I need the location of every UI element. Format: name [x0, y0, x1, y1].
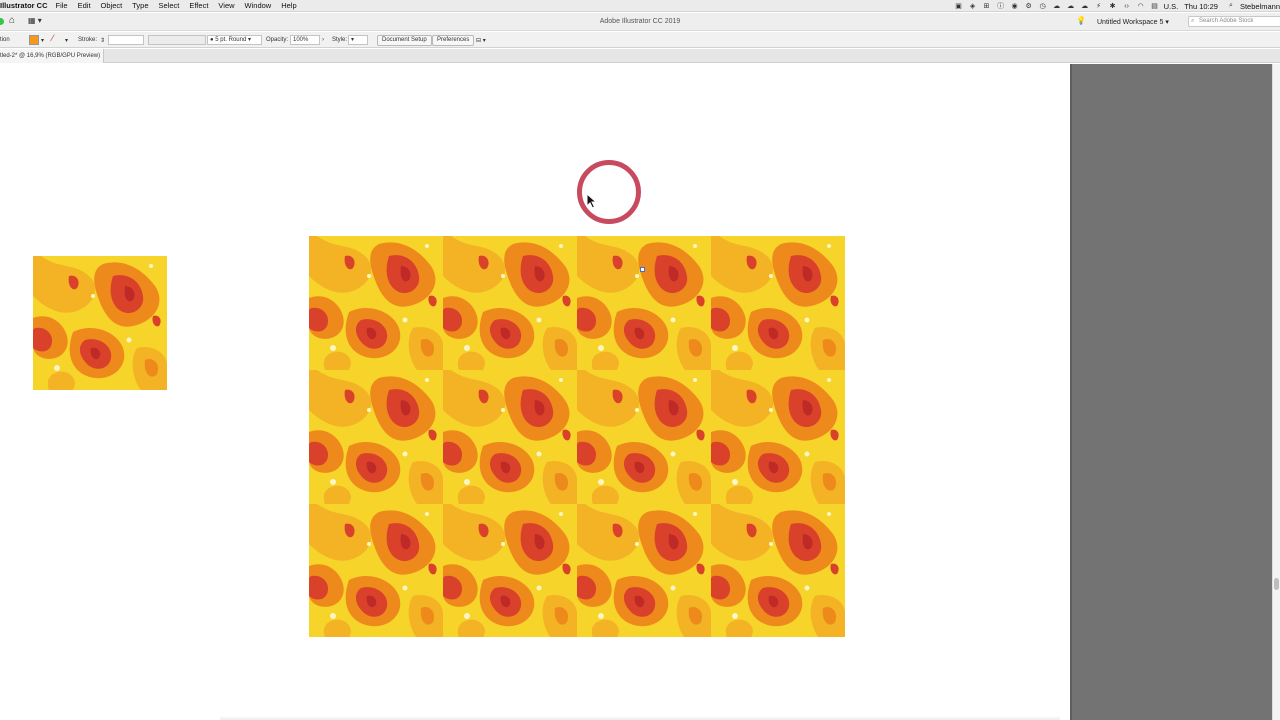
pattern-tile[interactable]	[33, 256, 167, 390]
creative-cloud-icon[interactable]: ☁	[1080, 2, 1090, 10]
menu-bar: Illustrator CC File Edit Object Type Sel…	[0, 0, 1280, 12]
fill-swatch[interactable]	[29, 35, 39, 45]
variable-width-profile[interactable]	[148, 35, 206, 45]
menu-file[interactable]: File	[56, 1, 68, 10]
menu-select[interactable]: Select	[159, 1, 180, 10]
flag-icon[interactable]: ▤	[1150, 2, 1160, 10]
stock-search-placeholder: Search Adobe Stock	[1199, 18, 1254, 24]
opacity-field[interactable]: 100%	[290, 35, 320, 45]
workspace-name: Untitled Workspace 5	[1097, 19, 1164, 26]
selection-label: tion	[0, 37, 10, 43]
grid-icon[interactable]: ⊞	[982, 2, 992, 10]
preferences-button[interactable]: Preferences	[432, 35, 475, 46]
spotlight-search-icon[interactable]: ⌕	[1226, 2, 1236, 10]
menu-help[interactable]: Help	[281, 1, 296, 10]
workspace-switcher[interactable]: Untitled Workspace 5 ▾	[1097, 18, 1169, 26]
stroke-weight-field[interactable]	[108, 35, 144, 45]
graphic-style-picker[interactable]: ▾	[348, 35, 368, 45]
search-icon: ⌕	[1191, 18, 1195, 24]
pattern-fill-graphic	[309, 236, 845, 637]
brush-definition[interactable]: ● 5 pt. Round ▾	[207, 35, 262, 45]
user-name[interactable]: Stebelmann	[1240, 2, 1280, 11]
vertical-scrollbar[interactable]	[1272, 64, 1280, 720]
menu-view[interactable]: View	[218, 1, 234, 10]
pattern-fill-rectangle[interactable]	[309, 236, 845, 637]
opacity-expand-icon[interactable]: ›	[322, 37, 324, 43]
stock-search-input[interactable]: ⌕ Search Adobe Stock	[1188, 16, 1280, 27]
arrange-icon[interactable]: ⊟ ▾	[476, 37, 486, 44]
clock[interactable]: Thu 10:29	[1184, 2, 1218, 11]
application-bar: ⌂ ▦ ▾ Adobe Illustrator CC 2019 💡 Untitl…	[0, 13, 1280, 31]
pasteboard[interactable]	[1070, 64, 1272, 720]
lightbulb-icon[interactable]: 💡	[1076, 16, 1086, 25]
menu-object[interactable]: Object	[101, 1, 123, 10]
cloud-icon[interactable]: ☁	[1052, 2, 1062, 10]
bolt-icon[interactable]: ⚡	[1094, 2, 1104, 10]
menu-edit[interactable]: Edit	[78, 1, 91, 10]
control-bar: tion ▾ ⁄ ▾ Stroke: ⇕ ● 5 pt. Round ▾ Opa…	[0, 32, 1280, 48]
click-indicator	[577, 160, 641, 224]
menu-window[interactable]: Window	[245, 1, 272, 10]
document-tab-strip: tled-2* @ 16,9% (RGB/GPU Preview)	[0, 49, 1280, 63]
scrollbar-thumb[interactable]	[1274, 578, 1279, 590]
pattern-tile-graphic	[33, 256, 167, 390]
document-setup-button[interactable]: Document Setup	[377, 35, 432, 46]
stroke-dropdown-icon[interactable]: ▾	[65, 37, 68, 44]
style-label: Style:	[332, 37, 348, 43]
info-icon[interactable]: ⓘ	[996, 1, 1006, 11]
cursor-arrow-icon	[586, 193, 598, 209]
document-tab[interactable]: tled-2* @ 16,9% (RGB/GPU Preview)	[0, 49, 104, 63]
brush-value: 5 pt. Round	[215, 37, 247, 43]
time-machine-icon[interactable]: ◷	[1038, 2, 1048, 10]
status-menus: ▣ ◈ ⊞ ⓘ ◉ ⚙ ◷ ☁ ☁ ☁ ⚡ ✱ ‹› ◠ ▤ U.S. Thu …	[954, 0, 1280, 12]
opacity-label[interactable]: Opacity:	[266, 37, 288, 43]
input-source[interactable]: U.S.	[1164, 2, 1179, 11]
menu-type[interactable]: Type	[132, 1, 148, 10]
code-icon[interactable]: ‹›	[1122, 3, 1132, 10]
horizontal-scroll-edge	[220, 716, 1060, 720]
fill-dropdown-icon[interactable]: ▾	[41, 37, 44, 44]
record-icon[interactable]: ◉	[1010, 2, 1020, 10]
app-menu[interactable]: Illustrator CC	[0, 1, 48, 10]
anchor-point[interactable]	[640, 267, 645, 272]
wifi-icon[interactable]: ◠	[1136, 2, 1146, 10]
window-title: Adobe Illustrator CC 2019	[599, 18, 681, 25]
stroke-weight-stepper[interactable]: ⇕	[100, 37, 105, 44]
menu-effect[interactable]: Effect	[189, 1, 208, 10]
gear-icon[interactable]: ⚙	[1024, 2, 1034, 10]
cloud-sync-icon[interactable]: ☁	[1066, 2, 1076, 10]
dropbox-icon[interactable]: ◈	[968, 2, 978, 10]
stroke-swatch-icon[interactable]: ⁄	[52, 33, 54, 43]
stroke-label: Stroke:	[78, 37, 98, 43]
screen-record-icon[interactable]: ▣	[954, 2, 964, 10]
bluetooth-icon[interactable]: ✱	[1108, 2, 1118, 10]
